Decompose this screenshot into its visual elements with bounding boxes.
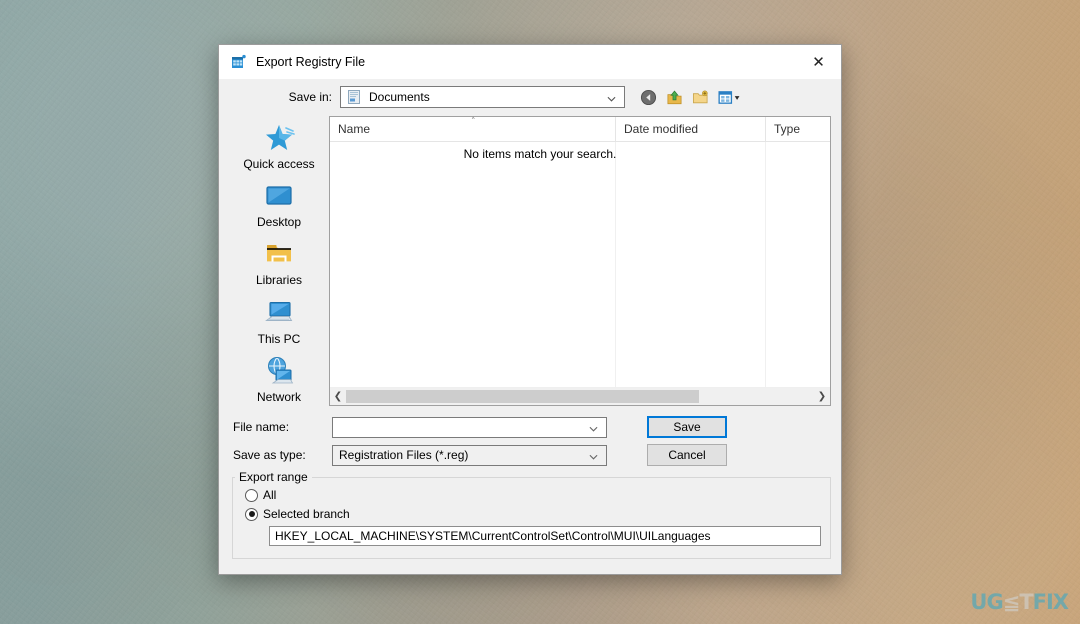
back-button[interactable] xyxy=(638,87,658,107)
save-button[interactable]: Save xyxy=(647,416,727,438)
export-range-legend: Export range xyxy=(235,470,312,484)
save-as-type-combobox[interactable]: Registration Files (*.reg) xyxy=(332,444,607,466)
view-menu-button[interactable] xyxy=(716,87,744,107)
column-header-label: Date modified xyxy=(624,122,699,136)
watermark-part-1: UG xyxy=(970,590,1003,614)
save-in-value: Documents xyxy=(369,90,430,104)
export-range-group: Export range All Selected branch HKEY_LO… xyxy=(232,470,831,559)
radio-selected-branch[interactable]: Selected branch xyxy=(245,507,830,521)
sidebar-item-quick-access[interactable]: Quick access xyxy=(231,121,327,176)
sidebar-label: Desktop xyxy=(256,215,302,230)
column-header-date-modified[interactable]: Date modified xyxy=(615,117,765,141)
column-header-label: Name xyxy=(338,122,371,136)
computer-icon xyxy=(261,296,297,330)
radio-all-label: All xyxy=(263,488,277,502)
chevron-down-icon[interactable] xyxy=(589,451,598,460)
monitor-icon xyxy=(261,179,297,213)
save-as-type-value: Registration Files (*.reg) xyxy=(339,448,469,462)
sort-ascending-icon: ˄ xyxy=(471,117,476,127)
radio-selected-branch-indicator[interactable] xyxy=(245,507,258,521)
star-icon xyxy=(261,121,297,155)
documents-folder-icon xyxy=(346,89,362,105)
sidebar-label: Libraries xyxy=(255,273,303,288)
radio-all[interactable]: All xyxy=(245,488,830,502)
save-in-toolbar: Save in: Documents xyxy=(219,79,841,115)
sidebar-item-libraries[interactable]: Libraries xyxy=(231,237,327,292)
save-as-type-label: Save as type: xyxy=(233,448,306,462)
column-header-name[interactable]: Name ˄ xyxy=(330,117,615,141)
column-divider-date xyxy=(615,142,765,387)
dialog-title: Export Registry File xyxy=(256,55,366,69)
branch-path-input[interactable]: HKEY_LOCAL_MACHINE\SYSTEM\CurrentControl… xyxy=(269,526,821,546)
file-name-label: File name: xyxy=(233,420,290,434)
scroll-left-icon[interactable]: ❮ xyxy=(330,388,346,405)
save-in-label: Save in: xyxy=(288,90,332,104)
branch-path-value: HKEY_LOCAL_MACHINE\SYSTEM\CurrentControl… xyxy=(275,529,711,543)
watermark-part-2: ≦T xyxy=(1002,590,1034,614)
chevron-down-icon[interactable] xyxy=(589,423,598,432)
file-list: Name ˄ Date modified Type No items match… xyxy=(329,116,831,406)
chevron-down-icon xyxy=(607,93,616,102)
save-in-combobox[interactable]: Documents xyxy=(340,86,625,108)
file-list-body[interactable]: No items match your search. xyxy=(330,142,830,387)
sidebar-item-network[interactable]: Network xyxy=(231,354,327,409)
sidebar-label: This PC xyxy=(257,331,301,346)
file-list-header: Name ˄ Date modified Type xyxy=(330,117,830,142)
file-fields: File name: Save Save as type: Registrati… xyxy=(219,412,841,466)
empty-list-message: No items match your search. xyxy=(463,147,617,161)
sidebar-item-this-pc[interactable]: This PC xyxy=(231,296,327,351)
column-divider-name xyxy=(330,142,615,387)
column-header-type[interactable]: Type xyxy=(765,117,830,141)
horizontal-scrollbar[interactable]: ❮ ❯ xyxy=(330,387,830,405)
column-divider-type xyxy=(765,142,830,387)
file-name-input[interactable] xyxy=(332,416,607,438)
export-registry-file-dialog: Export Registry File ✕ Save in: Document… xyxy=(218,44,842,575)
dialog-titlebar: Export Registry File ✕ xyxy=(219,45,841,79)
close-icon[interactable]: ✕ xyxy=(796,45,841,79)
column-header-label: Type xyxy=(774,122,801,136)
scrollbar-track[interactable] xyxy=(346,388,814,405)
folder-icon xyxy=(261,237,297,271)
scroll-right-icon[interactable]: ❯ xyxy=(814,388,830,405)
dialog-body: Quick access Desktop Libraries This PC N… xyxy=(219,115,841,412)
sidebar-label: Network xyxy=(256,389,301,404)
new-folder-button[interactable] xyxy=(690,87,710,107)
navigation-toolbar xyxy=(638,87,744,107)
radio-selected-branch-label: Selected branch xyxy=(263,507,350,521)
places-bar: Quick access Desktop Libraries This PC N… xyxy=(229,115,329,412)
save-as-type-row: Save as type: Registration Files (*.reg)… xyxy=(229,444,831,466)
registry-editor-icon xyxy=(231,54,247,70)
watermark-part-3: FIX xyxy=(1032,590,1069,614)
up-one-level-button[interactable] xyxy=(664,87,684,107)
file-name-row: File name: Save xyxy=(229,416,831,438)
site-watermark: UG≦TFIX xyxy=(970,590,1069,614)
sidebar-item-desktop[interactable]: Desktop xyxy=(231,179,327,234)
radio-all-indicator[interactable] xyxy=(245,488,258,502)
network-globe-icon xyxy=(261,354,297,388)
cancel-button[interactable]: Cancel xyxy=(647,444,727,466)
sidebar-label: Quick access xyxy=(243,157,315,171)
scrollbar-thumb[interactable] xyxy=(346,390,700,403)
